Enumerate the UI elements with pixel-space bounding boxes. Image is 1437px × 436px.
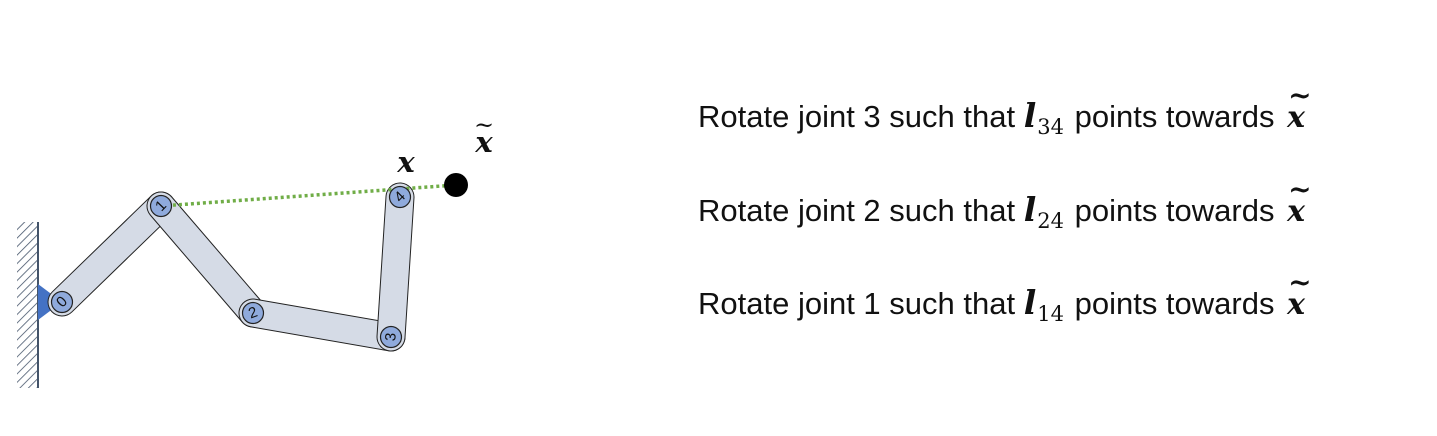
target-point	[444, 173, 468, 197]
step-joint-1: Rotate joint 1 such that l14 points towa…	[698, 266, 1312, 327]
step-middle: points towards	[1065, 193, 1284, 228]
robot-arm-diagram: 0 1 2 3 4 x x ~	[17, 111, 494, 388]
target-tilde: ~	[1288, 79, 1312, 112]
links	[47, 182, 415, 352]
step-prefix: Rotate joint 2 such that	[698, 193, 1024, 228]
joint-label-3: 3	[382, 332, 400, 342]
link-subscript: 24	[1037, 209, 1064, 233]
step-middle: points towards	[1065, 286, 1284, 321]
end-effector-label: x	[396, 145, 415, 179]
link-subscript: 14	[1037, 302, 1064, 326]
link-vector-l: l	[1023, 96, 1037, 135]
target-symbol: ~ x	[1287, 79, 1311, 140]
target-tilde: ~	[1288, 266, 1312, 299]
step-middle: points towards	[1065, 99, 1284, 134]
step-joint-3: Rotate joint 3 such that l34 points towa…	[698, 79, 1312, 140]
target-symbol: ~ x	[1287, 173, 1311, 234]
wall-hatching	[17, 222, 38, 388]
target-tilde: ~	[1288, 173, 1312, 206]
link-subscript: 34	[1037, 115, 1064, 139]
step-prefix: Rotate joint 3 such that	[698, 99, 1024, 134]
step-prefix: Rotate joint 1 such that	[698, 286, 1024, 321]
target-tilde: ~	[474, 111, 494, 139]
target-symbol: ~ x	[1287, 266, 1311, 327]
link-vector-l: l	[1023, 283, 1037, 322]
link-vector-l: l	[1023, 190, 1037, 229]
step-joint-2: Rotate joint 2 such that l24 points towa…	[698, 173, 1312, 234]
